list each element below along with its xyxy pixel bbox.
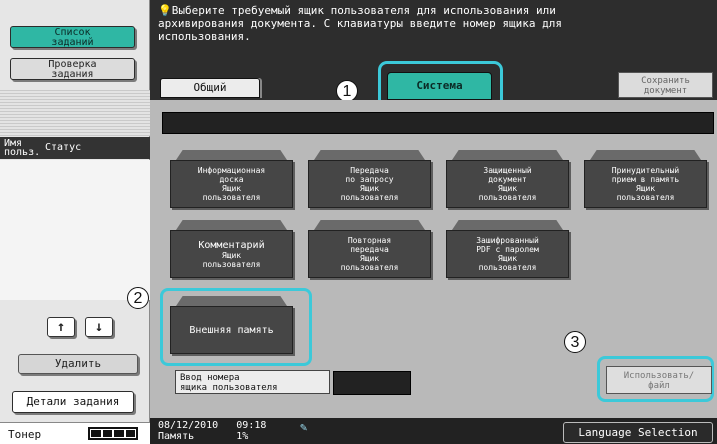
box-label: Передача (350, 166, 389, 175)
job-check-button[interactable]: Проверка задания (10, 58, 135, 80)
callout-3: 3 (564, 331, 586, 353)
box-external-memory[interactable]: Внешняя память (170, 296, 293, 354)
box-label: PDF с паролем (476, 245, 539, 254)
box-label: Информационная (197, 166, 266, 175)
box-secure-document[interactable]: Защищенный документ Ящик пользователя (446, 150, 569, 208)
memory-icon: ✎ (300, 420, 308, 434)
scroll-down-button[interactable]: ↓ (85, 317, 113, 337)
box-number-field[interactable] (333, 371, 411, 395)
box-memory-rx[interactable]: Принудительный прием в память Ящик польз… (584, 150, 707, 208)
box-label: документ (488, 175, 527, 184)
date-time: 08/12/2010 09:18 Память 1% (158, 420, 266, 442)
status-bar: 08/12/2010 09:18 Память 1% ✎ Language Se… (150, 418, 717, 444)
box-label: Защищенный (483, 166, 532, 175)
box-label: пользователя (478, 193, 537, 202)
box-name-display (162, 112, 714, 134)
box-label: Ящик (497, 254, 518, 263)
use-file-label-1: Использовать/ (623, 371, 695, 381)
toner-label: Тонер (8, 428, 42, 441)
column-status: Статус (45, 142, 82, 153)
box-re-tx[interactable]: Повторная передача Ящик пользователя (308, 220, 431, 278)
callout-1: 1 (336, 80, 358, 102)
box-encrypted-pdf[interactable]: Зашифрованный PDF с паролем Ящик пользов… (446, 220, 569, 278)
box-label: пользователя (340, 263, 399, 272)
tab-general[interactable]: Общий (160, 78, 260, 98)
box-label: доска (219, 175, 244, 184)
column-user: Имя польз. (4, 139, 41, 158)
box-label: прием в память (611, 175, 680, 184)
box-label: Ящик (635, 184, 656, 193)
box-label: пользователя (340, 193, 399, 202)
time: 09:18 (236, 420, 267, 431)
sidebar-divider (0, 90, 150, 136)
box-label: пользователя (616, 193, 675, 202)
arrow-up-icon: ↑ (56, 319, 66, 335)
memory-label: Память (158, 431, 195, 442)
box-polling-tx[interactable]: Передача по запросу Ящик пользователя (308, 150, 431, 208)
use-file-button[interactable]: Использовать/ файл (606, 366, 712, 394)
input-box-label-1: Ввод номера (180, 373, 240, 383)
date: 08/12/2010 (158, 420, 219, 431)
job-list-area[interactable] (0, 160, 150, 300)
box-label: Повторная (347, 236, 392, 245)
toner-gauge (88, 427, 138, 440)
box-label: пользователя (478, 263, 537, 272)
box-label: Внешняя память (189, 324, 274, 336)
toner-status: Тонер (0, 422, 150, 444)
job-list-label-2: заданий (51, 37, 94, 48)
lightbulb-icon: 💡 (158, 4, 172, 17)
job-check-label-2: задания (51, 69, 94, 80)
box-label: Ящик (497, 184, 518, 193)
tab-system[interactable]: Система (387, 72, 492, 100)
job-list-header: Имя польз. Статус (0, 137, 150, 159)
box-label: Ящик (359, 254, 380, 263)
save-document-button[interactable]: Сохранить документ (618, 72, 713, 98)
box-label: Принудительный (611, 166, 680, 175)
input-box-label-2: ящика пользователя (180, 383, 278, 393)
box-label: пользователя (202, 259, 261, 269)
memory-value: 1% (236, 431, 249, 442)
box-label: Зашифрованный (476, 236, 539, 245)
left-panel: Список заданий Проверка задания Имя поль… (0, 0, 150, 444)
input-box-number-button[interactable]: Ввод номера ящика пользователя (175, 370, 330, 394)
box-label: пользователя (202, 193, 261, 202)
language-selection-button[interactable]: Language Selection (563, 422, 713, 443)
use-file-label-2: файл (648, 381, 670, 391)
job-list-button[interactable]: Список заданий (10, 26, 135, 48)
box-label: Ящик (221, 250, 242, 260)
job-details-button[interactable]: Детали задания (12, 391, 134, 413)
scroll-up-button[interactable]: ↑ (47, 317, 75, 337)
box-label: Ящик (221, 184, 242, 193)
delete-button[interactable]: Удалить (18, 354, 138, 374)
arrow-down-icon: ↓ (94, 319, 104, 335)
box-annotation[interactable]: Комментарий Ящик пользователя (170, 220, 293, 278)
box-label: Ящик (359, 184, 380, 193)
box-label: по запросу (345, 175, 394, 184)
instruction-text: Выберите требуемый ящик пользователя для… (158, 4, 562, 43)
save-document-label-1: Сохранить (641, 76, 690, 86)
callout-2: 2 (127, 287, 149, 309)
column-user-line-2: польз. (4, 147, 41, 158)
main-panel: 💡Выберите требуемый ящик пользователя дл… (127, 0, 717, 444)
box-bulletin-board[interactable]: Информационная доска Ящик пользователя (170, 150, 293, 208)
save-document-label-2: документ (643, 86, 688, 96)
box-label: Комментарий (198, 239, 265, 251)
box-label: передача (350, 245, 389, 254)
instruction-message: 💡Выберите требуемый ящик пользователя дл… (158, 4, 628, 43)
